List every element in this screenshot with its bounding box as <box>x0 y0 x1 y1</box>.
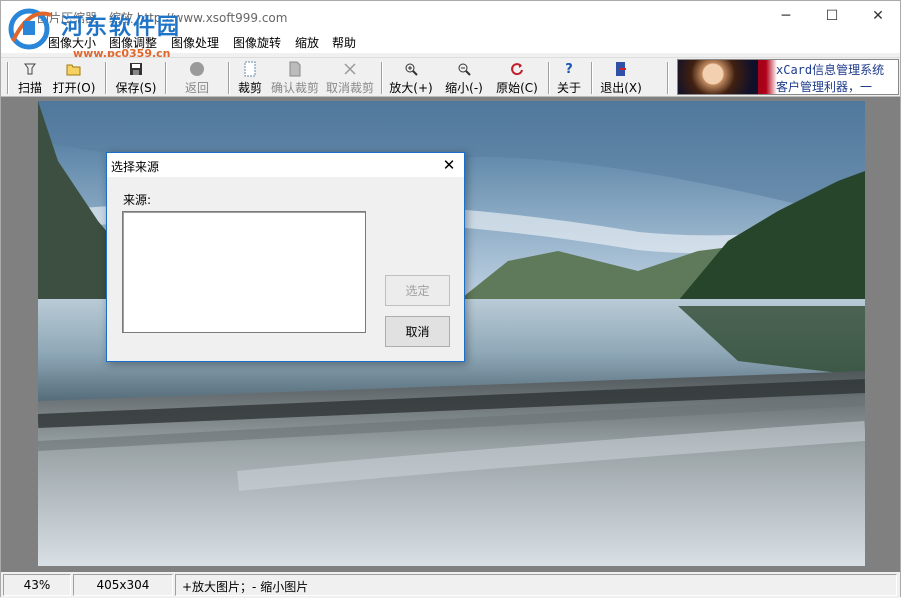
original-size-button[interactable]: 原始(C) <box>495 60 539 96</box>
question-mark-icon: ? <box>565 61 573 77</box>
menu-help[interactable]: 帮助 <box>332 34 356 51</box>
status-image-size: 405x304 <box>73 574 173 596</box>
ad-portrait-image <box>678 60 758 94</box>
folder-open-icon <box>66 61 82 77</box>
menu-zoom[interactable]: 缩放 <box>295 34 319 51</box>
about-label: 关于 <box>556 81 581 95</box>
cancel-crop-label: 取消裁剪 <box>325 81 374 95</box>
crop-button[interactable]: 裁剪 <box>235 60 265 96</box>
scan-label: 扫描 <box>17 81 42 95</box>
open-button[interactable]: 打开(O) <box>51 60 97 96</box>
toolbar-grip <box>7 62 9 94</box>
zoom-in-button[interactable]: 放大(+) <box>389 60 433 96</box>
confirm-crop-label: 确认裁剪 <box>270 81 319 95</box>
watermark-name: 河东软件园 <box>61 14 182 40</box>
zoom-out-button[interactable]: 缩小(-) <box>442 60 486 96</box>
ad-banner[interactable]: xCard信息管理系统 客户管理利器，一 <box>677 59 899 95</box>
back-label: 返回 <box>184 81 209 95</box>
watermark-logo-icon <box>8 8 52 50</box>
minimize-button[interactable]: ─ <box>763 1 809 31</box>
source-label: 来源: <box>123 193 152 207</box>
toolbar-separator <box>667 62 669 94</box>
confirm-crop-button[interactable]: 确认裁剪 <box>269 60 321 96</box>
original-size-label: 原始(C) <box>496 81 538 95</box>
save-button[interactable]: 保存(S) <box>113 60 159 96</box>
exit-button[interactable]: 退出(X) <box>599 60 643 96</box>
cancel-button[interactable]: 取消 <box>385 316 450 347</box>
toolbar-separator <box>591 62 593 94</box>
toolbar-separator <box>548 62 550 94</box>
dialog-title: 选择来源 <box>111 160 160 174</box>
crop-label: 裁剪 <box>237 81 262 95</box>
status-hint: +放大图片；- 缩小图片 <box>175 574 897 596</box>
source-list[interactable] <box>122 211 366 333</box>
crop-icon <box>242 61 258 77</box>
toolbar-separator <box>105 62 107 94</box>
toolbar-separator <box>228 62 230 94</box>
status-zoom: 43% <box>3 574 71 596</box>
save-label: 保存(S) <box>115 81 157 95</box>
status-bar: 43% 405x304 +放大图片；- 缩小图片 <box>1 572 900 598</box>
open-label: 打开(O) <box>52 81 96 95</box>
app-window: 图片压缩器 - 缩放 http://www.xsoft999.com ─ ☐ ✕… <box>0 0 901 598</box>
scanner-icon <box>22 61 38 77</box>
exit-label: 退出(X) <box>600 81 642 95</box>
about-button[interactable]: ? 关于 <box>556 60 582 96</box>
select-source-dialog: 选择来源 ✕ 来源: 选定 取消 <box>106 152 465 362</box>
dialog-close-button[interactable]: ✕ <box>438 154 460 176</box>
zoom-in-label: 放大(+) <box>389 81 433 95</box>
maximize-button[interactable]: ☐ <box>809 1 855 31</box>
scan-button[interactable]: 扫描 <box>15 60 45 96</box>
zoom-in-icon <box>403 61 419 77</box>
exit-door-icon <box>613 61 629 77</box>
select-button[interactable]: 选定 <box>385 275 450 306</box>
refresh-icon <box>509 61 525 77</box>
watermark-logo: 河东软件园 www.pc0359.cn <box>3 5 193 61</box>
dialog-title-bar: 选择来源 ✕ <box>107 153 464 177</box>
cancel-crop-button[interactable]: 取消裁剪 <box>324 60 376 96</box>
close-button[interactable]: ✕ <box>855 1 901 31</box>
ad-text-line1: xCard信息管理系统 <box>776 63 885 77</box>
x-mark-icon <box>342 61 358 77</box>
floppy-disk-icon <box>128 61 144 77</box>
toolbar-separator <box>381 62 383 94</box>
zoom-out-label: 缩小(-) <box>445 81 483 95</box>
menu-image-rotate[interactable]: 图像旋转 <box>233 34 281 51</box>
back-button[interactable]: 返回 <box>181 60 213 96</box>
page-check-icon <box>287 61 303 77</box>
ad-text-line2: 客户管理利器，一 <box>776 80 873 94</box>
toolbar-separator <box>165 62 167 94</box>
circle-back-icon <box>189 61 205 77</box>
zoom-out-icon <box>456 61 472 77</box>
